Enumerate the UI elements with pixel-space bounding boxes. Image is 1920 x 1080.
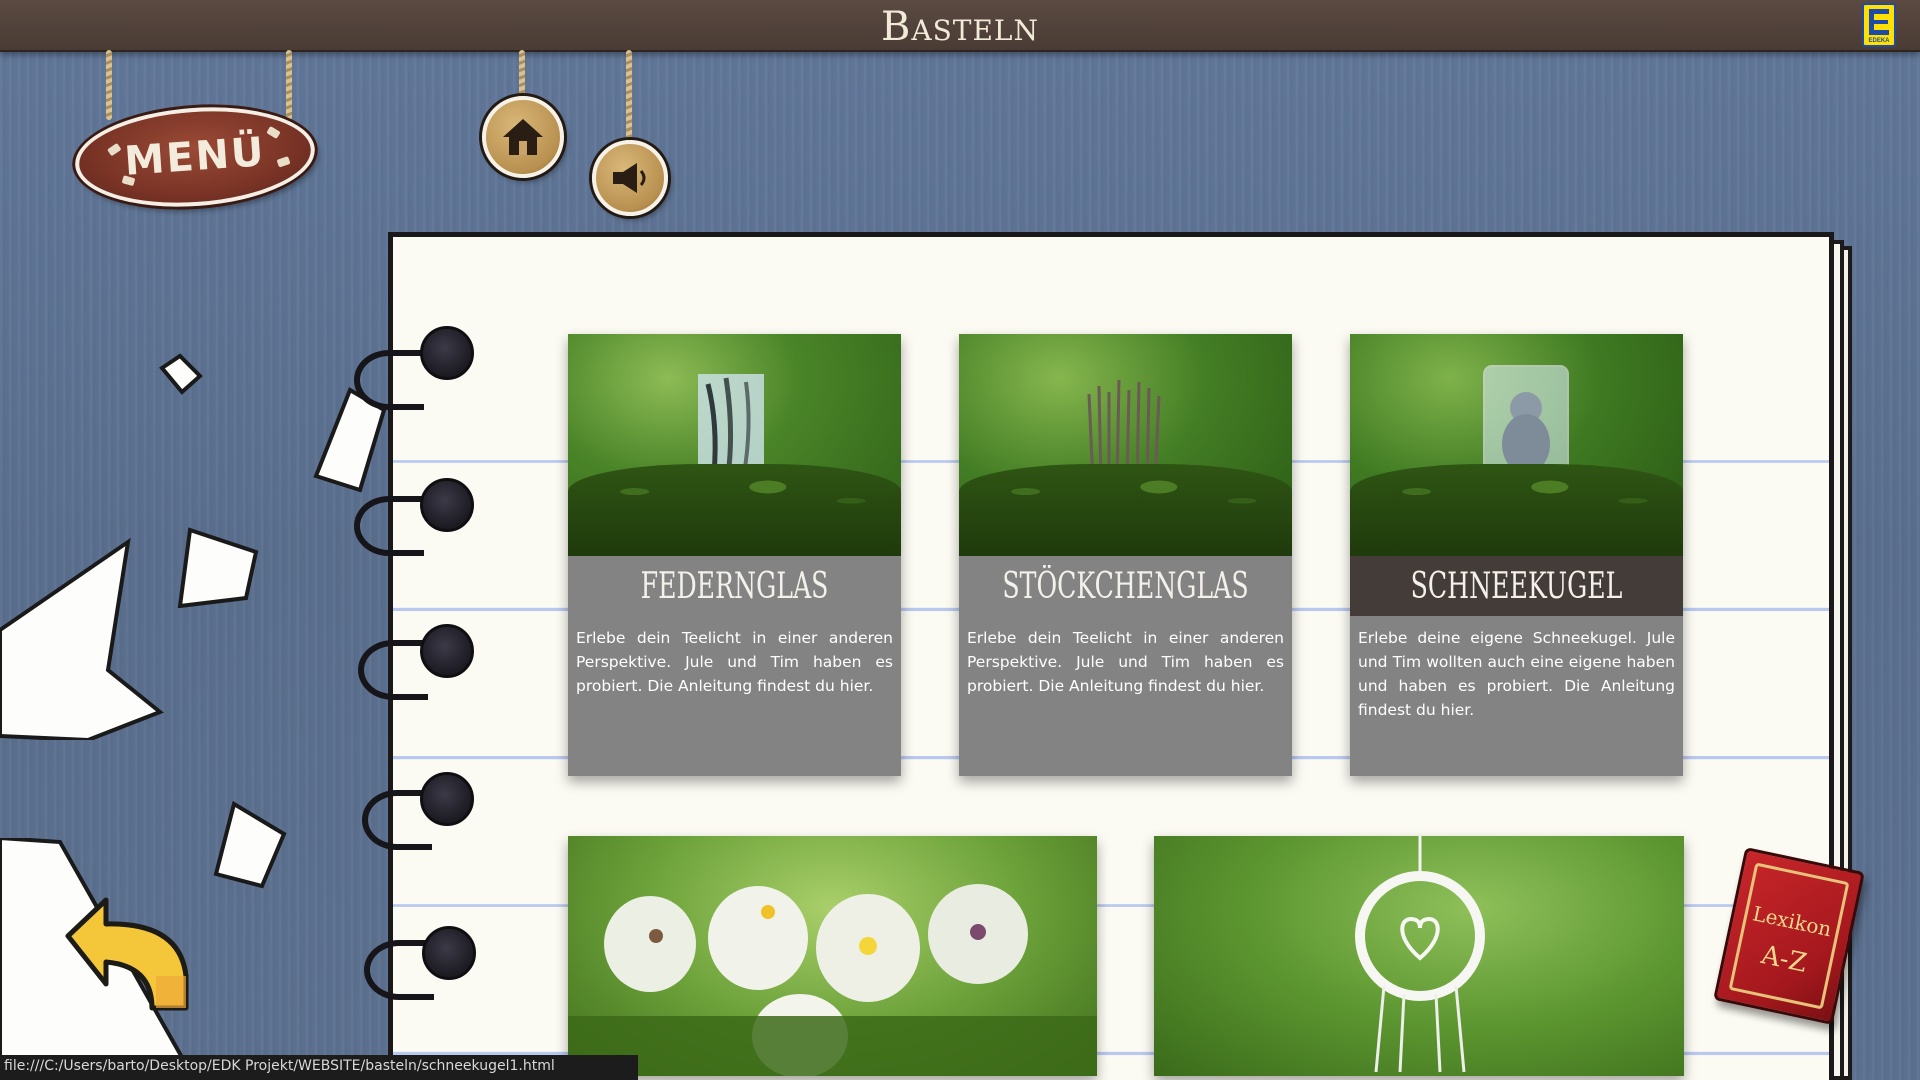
spiral-ring — [420, 478, 474, 532]
card-photo — [1350, 334, 1683, 556]
paper-scrap — [210, 800, 290, 895]
spiral-ring — [422, 926, 476, 980]
spiral-ring — [420, 772, 474, 826]
card-photo — [1154, 836, 1684, 1076]
spiral-ring — [420, 326, 474, 380]
edeka-logo-text: EDEKA — [1868, 38, 1890, 44]
card-photo — [568, 334, 901, 556]
spiral-wire — [358, 640, 428, 700]
browser-status-bar: file:///C:/Users/barto/Desktop/EDK Proje… — [0, 1055, 638, 1080]
spiral-wire — [354, 350, 424, 410]
card-schneekugel[interactable]: Schneekugel Erlebe deine eigene Schneeku… — [1350, 334, 1683, 776]
card-title: Stöckchenglas — [1002, 565, 1249, 607]
rope — [106, 50, 112, 120]
speaker-icon — [613, 163, 646, 193]
card-title: Schneekugel — [1410, 565, 1623, 607]
card-title: Federnglas — [640, 565, 829, 607]
card-description: Erlebe deine eigene Schneekugel. Jule un… — [1358, 629, 1675, 719]
top-bar: Basteln EDEKA — [0, 0, 1920, 52]
menu-label: MENÜ — [123, 129, 267, 185]
spiral-ring — [420, 624, 474, 678]
home-button[interactable] — [482, 96, 564, 178]
paper-scrap — [176, 522, 266, 613]
page-title: Basteln — [880, 4, 1039, 50]
card-description: Erlebe dein Teelicht in einer anderen Pe… — [967, 629, 1284, 695]
home-icon — [503, 119, 543, 155]
back-button[interactable] — [60, 896, 200, 1016]
card-federnglas[interactable]: Federnglas Erlebe dein Teelicht in einer… — [568, 334, 901, 776]
rope — [286, 50, 292, 120]
card-description: Erlebe dein Teelicht in einer anderen Pe… — [576, 629, 893, 695]
card-photo — [568, 836, 1097, 1076]
card-photo — [959, 334, 1292, 556]
card-stoeckchenglas[interactable]: Stöckchenglas Erlebe dein Teelicht in ei… — [959, 334, 1292, 776]
spiral-wire — [354, 496, 424, 556]
back-arrow-icon — [65, 897, 189, 1011]
rope — [626, 50, 632, 150]
card-salzteig-anhaenger[interactable] — [568, 836, 1097, 1076]
paper-scrap — [156, 352, 206, 401]
card-traumfaenger[interactable] — [1154, 836, 1684, 1076]
edeka-logo[interactable]: EDEKA — [1862, 3, 1896, 47]
sound-button[interactable] — [592, 140, 668, 216]
